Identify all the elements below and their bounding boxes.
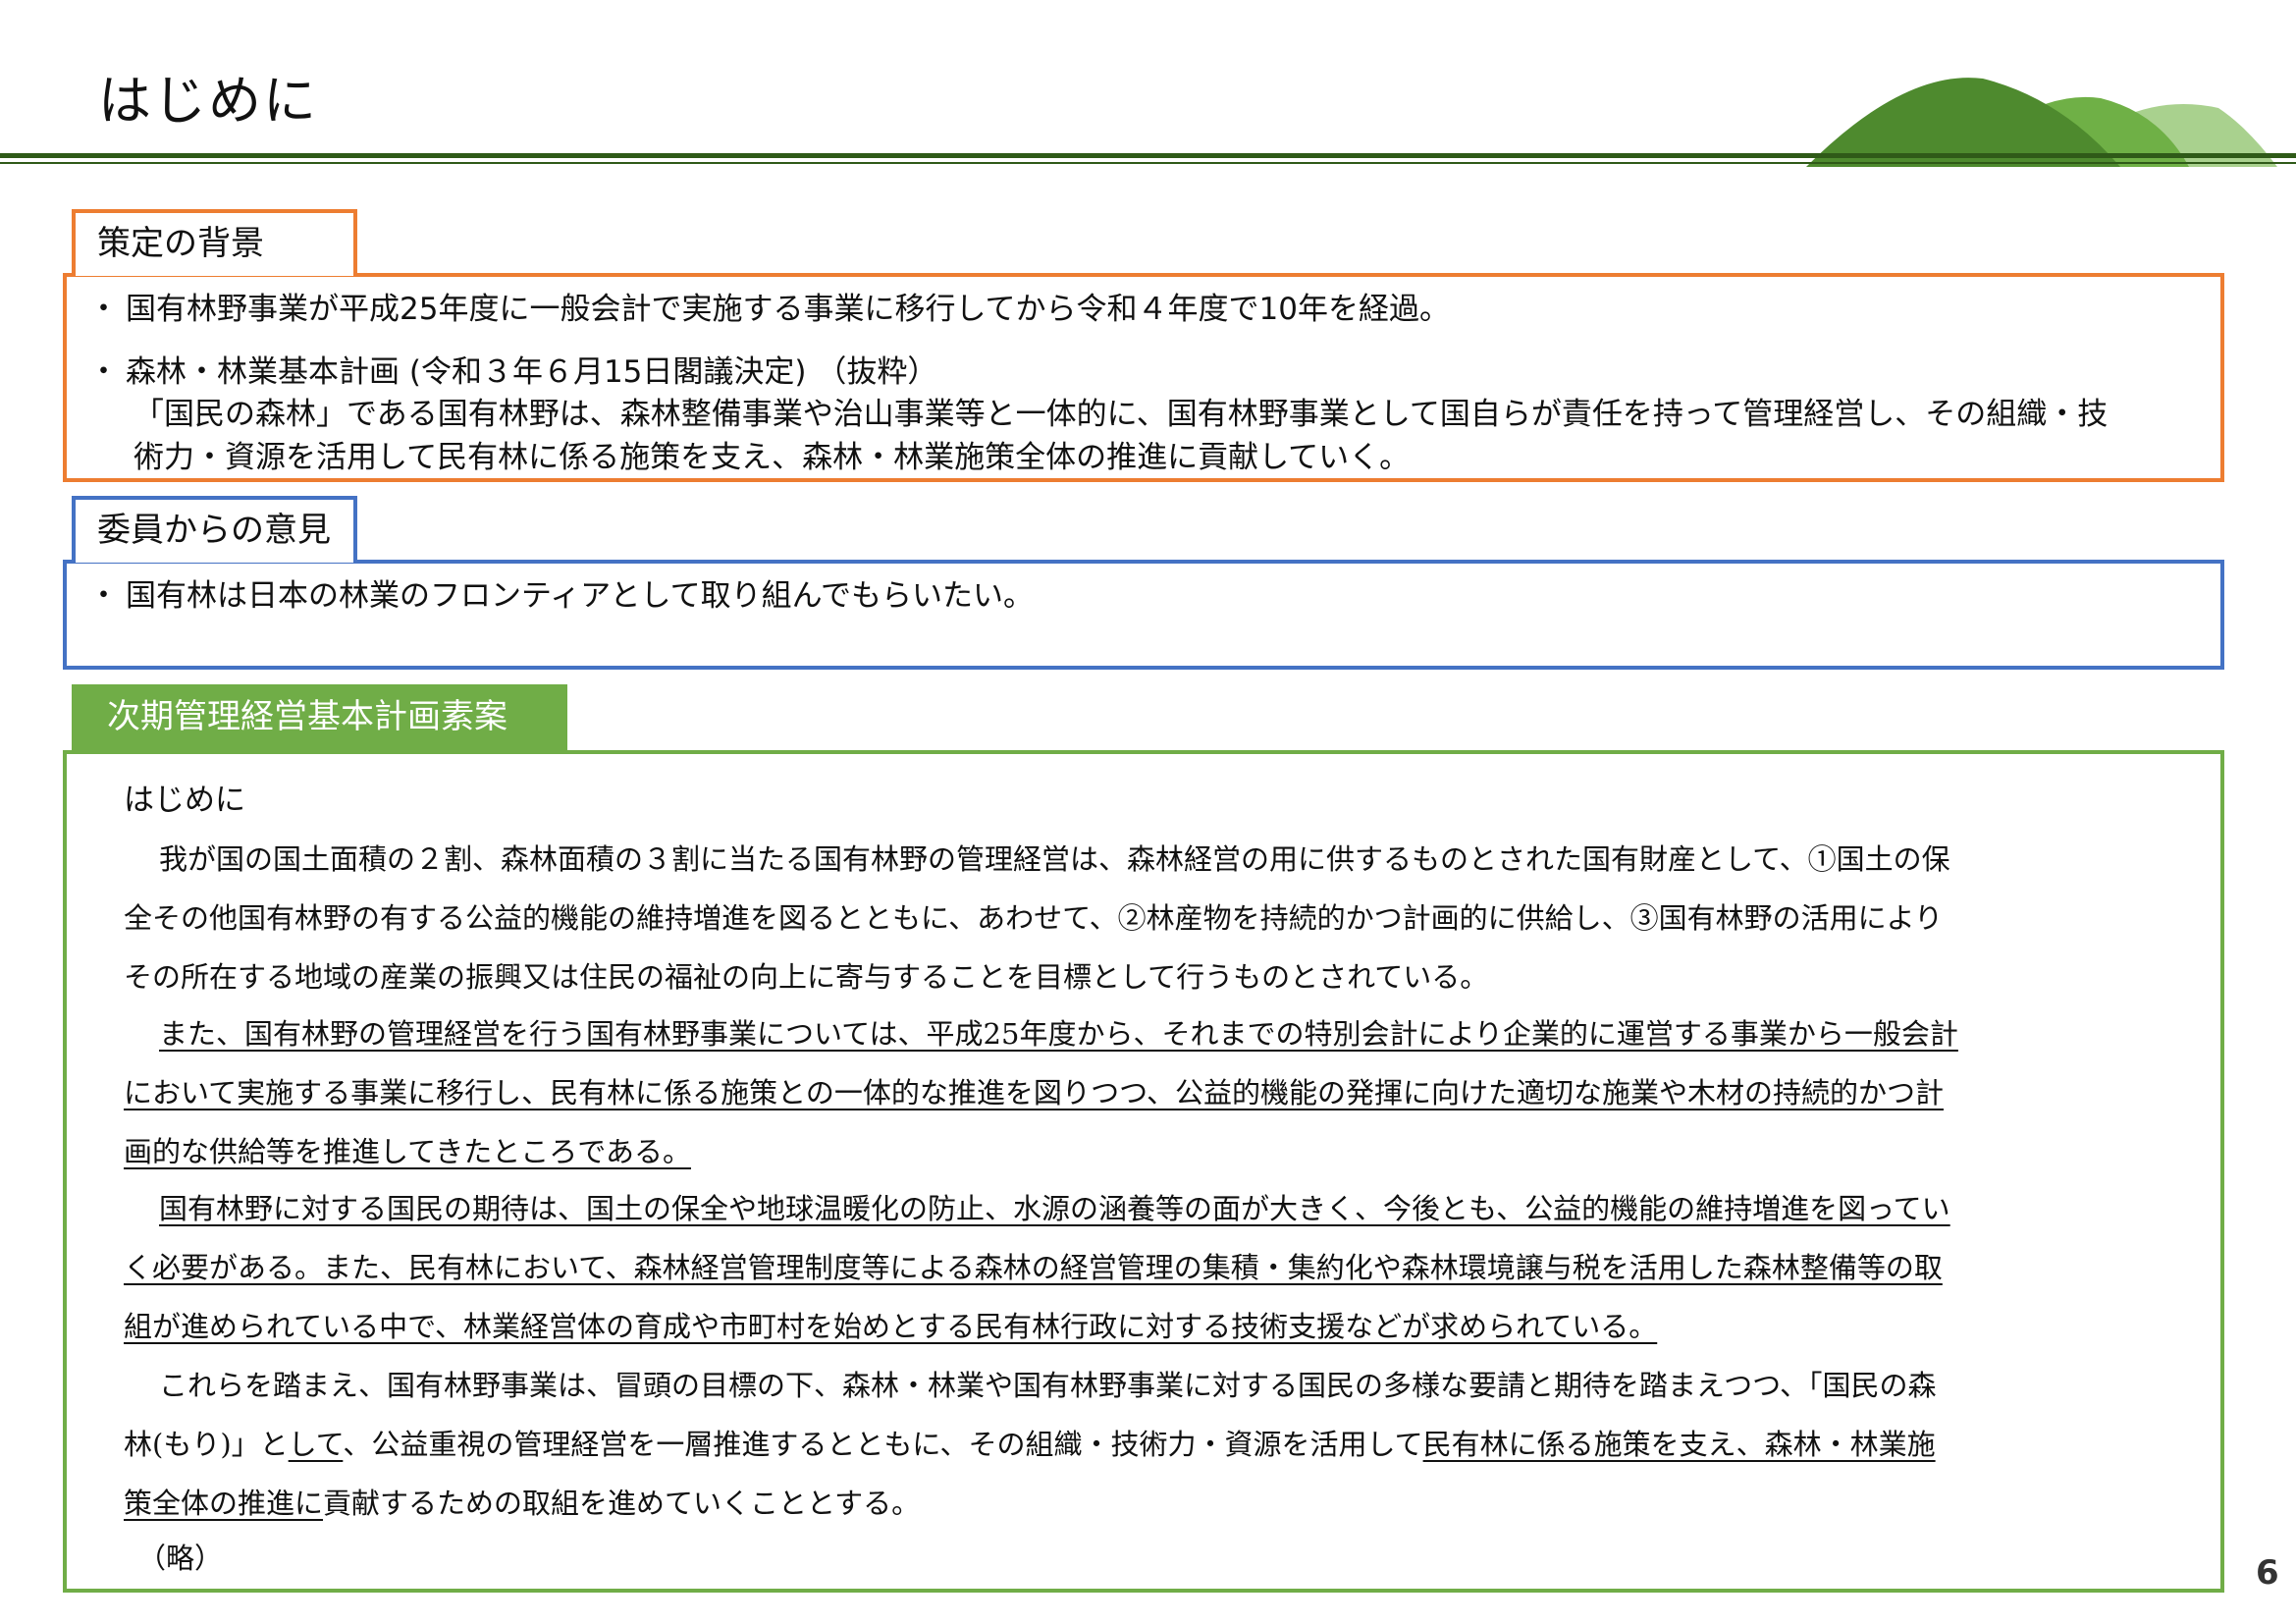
header-rule-thin — [0, 162, 2296, 164]
draft-p4-l2-part-d: 民有林に係る施策を支え、森林・林業施 — [1422, 1428, 1936, 1461]
draft-p4-l2-part-b: して — [288, 1428, 344, 1461]
draft-tab-label: 次期管理経営基本計画素案 — [107, 697, 507, 736]
draft-p4-l2-part-c: 、公益重視の管理経営を一層推進するとともに、その組織・技術力・資源を活用して — [343, 1428, 1423, 1461]
background-tab-label: 策定の背景 — [97, 224, 264, 263]
draft-p4-l3-part-b: 貢献するための取組を進めていくこととする。 — [323, 1487, 921, 1520]
draft-p2-line-3: 画的な供給等を推進してきたところである。 — [124, 1135, 691, 1168]
background-tab: 策定の背景 — [72, 209, 357, 276]
page-title: はじめに — [98, 70, 318, 132]
draft-p1-line-2: 全その他国有林野の有する公益的機能の維持増進を図るとともに、あわせて、②林産物を… — [124, 901, 1944, 935]
draft-p2-line-2: において実施する事業に移行し、民有林に係る施策との一体的な推進を図りつつ、公益的… — [124, 1076, 1944, 1110]
page-number: 6 — [2256, 1553, 2279, 1593]
draft-p4-l2-part-a: 林(もり)」と — [124, 1428, 289, 1461]
draft-p4-l3-part-a: 策全体の推進に — [124, 1487, 324, 1520]
draft-p3-line-1: 国有林野に対する国民の期待は、国土の保全や地球温暖化の防止、水源の涵養等の面が大… — [159, 1192, 1950, 1225]
draft-p3-line-2: く必要がある。また、民有林において、森林経営管理制度等による森林の経営管理の集積… — [124, 1251, 1943, 1284]
draft-p4-line-3: 策全体の推進に貢献するための取組を進めていくこととする。 — [124, 1481, 920, 1522]
header-rule-thick — [0, 153, 2296, 158]
draft-p1-line-3: その所在する地域の産業の振興又は住民の福祉の向上に寄与することを目標として行うも… — [124, 960, 1489, 994]
draft-p1-line-1: 我が国の国土面積の２割、森林面積の３割に当たる国有林野の管理経営は、森林経営の用… — [159, 842, 1950, 876]
hills-logo — [1806, 78, 2277, 167]
draft-p2-line-1: また、国有林野の管理経営を行う国有林野事業については、平成25年度から、それまで… — [159, 1017, 1958, 1051]
draft-p3-line-3: 組が進められている中で、林業経営体の育成や市町村を始めとする民有林行政に対する技… — [124, 1310, 1658, 1343]
opinions-tab: 委員からの意見 — [72, 496, 357, 563]
draft-p4-line-2: 林(もり)」として、公益重視の管理経営を一層推進するとともに、その組織・技術力・… — [124, 1422, 1936, 1463]
opinions-tab-label: 委員からの意見 — [97, 511, 331, 550]
draft-p4-line-1: これらを踏まえ、国有林野事業は、冒頭の目標の下、森林・林業や国有林野事業に対する… — [159, 1369, 1937, 1402]
background-quote-line-1: 「国民の森林」である国有林野は、森林整備事業や治山事業等と一体的に、国有林野事業… — [133, 397, 2109, 432]
draft-tab: 次期管理経営基本計画素案 — [72, 684, 567, 753]
background-quote-line-2: 術力・資源を活用して民有林に係る施策を支え、森林・林業施策全体の推進に貢献してい… — [133, 440, 1411, 475]
draft-omitted-note: （略） — [137, 1542, 224, 1575]
draft-heading: はじめに — [124, 783, 245, 818]
